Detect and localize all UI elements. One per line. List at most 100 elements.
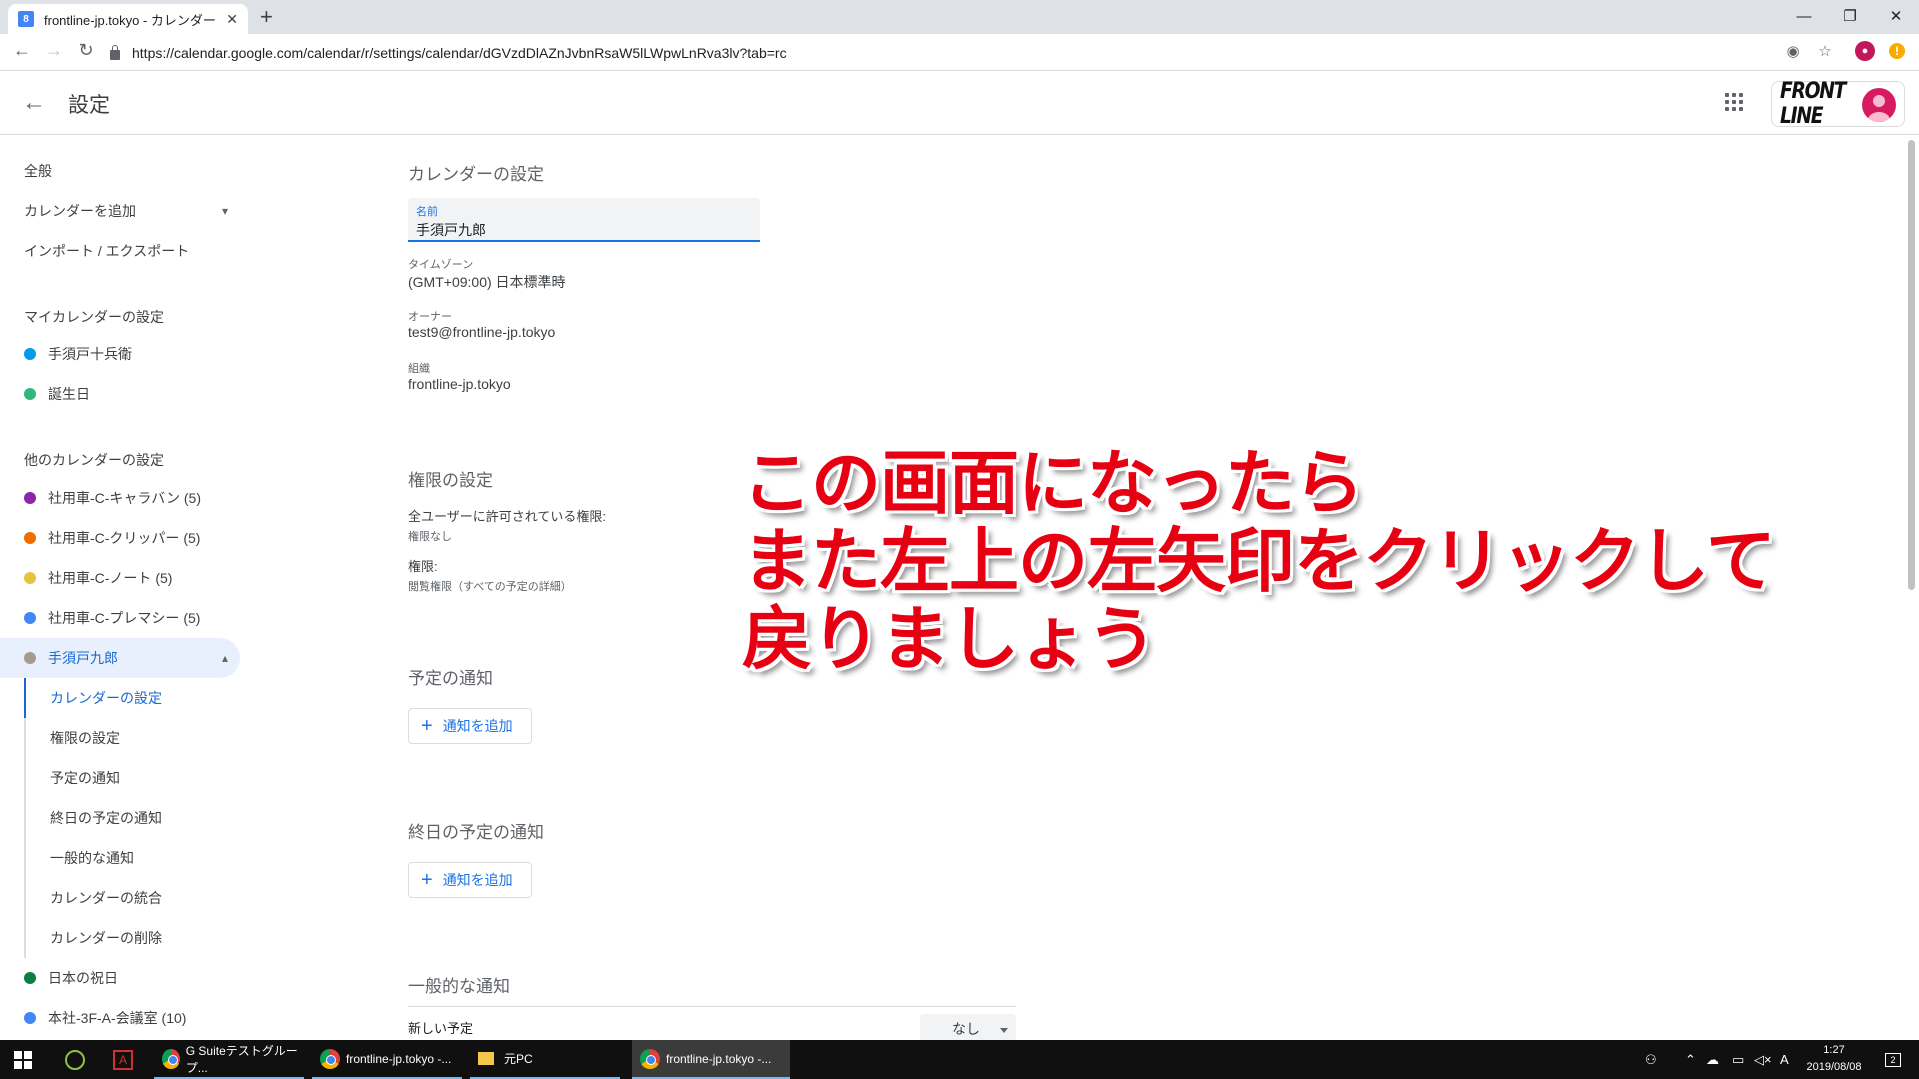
browser-back-icon[interactable]: ←: [10, 40, 34, 61]
chevron-down-icon: ▾: [221, 204, 228, 218]
name-field-label: 名前: [416, 206, 438, 218]
update-warning-icon[interactable]: !: [1889, 43, 1905, 59]
overlay-line-3: 戻りましょう: [742, 598, 1157, 680]
url-text: https://calendar.google.com/calendar/r/s…: [132, 45, 787, 61]
page-scrollbar[interactable]: [1904, 136, 1919, 1040]
sub-item-allday-notifications[interactable]: 終日の予定の通知: [24, 798, 244, 838]
pdf-app-icon[interactable]: A: [108, 1040, 138, 1079]
all-users-permission-value: 権限なし: [408, 531, 452, 543]
section-title-event-notifications: 予定の通知: [408, 669, 493, 688]
timezone-value: (GMT+09:00) 日本標準時: [408, 274, 566, 290]
taskbar-app-explorer[interactable]: 元PC: [470, 1040, 620, 1079]
new-tab-button[interactable]: +: [260, 4, 273, 30]
clock-date: 2019/08/08: [1806, 1061, 1862, 1073]
calendar-color-dot: [24, 348, 36, 360]
add-event-notification-button[interactable]: + 通知を追加: [408, 708, 532, 744]
back-arrow-icon[interactable]: ←: [22, 89, 46, 117]
address-bar[interactable]: https://calendar.google.com/calendar/r/s…: [110, 39, 1810, 67]
windows-start-icon[interactable]: [8, 1040, 38, 1079]
taskbar-app-chrome-active[interactable]: frontline-jp.tokyo -...: [632, 1040, 790, 1079]
sub-item-event-notifications[interactable]: 予定の通知: [24, 758, 244, 798]
scrollbar-thumb[interactable]: [1908, 140, 1915, 590]
calendar-color-dot: [24, 972, 36, 984]
tray-expand-icon[interactable]: ⌃: [1685, 1040, 1696, 1079]
sidebar-calendar-selected[interactable]: 手須戸九郎 ▴: [0, 638, 240, 678]
sidebar-item-label: 本社-3F-A-会議室 (10): [48, 1010, 187, 1026]
sub-item-label: カレンダーの統合: [50, 890, 162, 906]
sub-item-integrate[interactable]: カレンダーの統合: [24, 878, 244, 918]
button-label: 通知を追加: [442, 718, 513, 734]
sidebar-calendar-item[interactable]: 社用車-C-キャラバン (5): [0, 478, 240, 518]
taskbar-app-label: frontline-jp.tokyo -...: [666, 1051, 772, 1066]
chrome-icon: [640, 1048, 660, 1069]
browser-tab[interactable]: 8 frontline-jp.tokyo - カレンダー - 「手 ✕: [8, 4, 248, 34]
ime-indicator[interactable]: A: [1780, 1040, 1789, 1079]
browser-forward-icon[interactable]: →: [42, 40, 66, 61]
section-title-allday-notifications: 終日の予定の通知: [408, 823, 544, 842]
account-avatar[interactable]: [1862, 88, 1896, 122]
taskbar-app-chrome-1[interactable]: G Suiteテストグループ...: [154, 1040, 304, 1079]
section-title-permissions: 権限の設定: [408, 471, 493, 490]
all-users-permission-label: 全ユーザーに許可されている権限:: [408, 509, 606, 524]
my-calendars-heading: マイカレンダーの設定: [24, 309, 164, 325]
sidebar-calendar-item[interactable]: 手須戸十兵衛: [0, 334, 240, 374]
sidebar-calendar-item[interactable]: 誕生日: [0, 374, 240, 414]
profile-avatar-icon[interactable]: ●: [1855, 41, 1875, 61]
sidebar-calendar-item[interactable]: 社用車-C-クリッパー (5): [0, 518, 240, 558]
network-icon[interactable]: ▭: [1732, 1040, 1744, 1079]
calendar-name-field[interactable]: 名前 手須戸九郎: [408, 198, 760, 242]
calendar-color-dot: [24, 532, 36, 544]
sidebar-calendar-item[interactable]: 社用車-C-ノート (5): [0, 558, 240, 598]
account-switcher[interactable]: FRONT LINE: [1771, 79, 1905, 129]
sub-item-label: カレンダーの設定: [50, 690, 162, 706]
taskbar-app-chrome-2[interactable]: frontline-jp.tokyo -...: [312, 1040, 462, 1079]
owner-value: test9@frontline-jp.tokyo: [408, 324, 556, 340]
sub-item-label: 予定の通知: [50, 770, 120, 786]
sub-item-label: 一般的な通知: [50, 850, 134, 866]
sidebar-item-add-calendar[interactable]: カレンダーを追加 ▾: [0, 191, 240, 231]
reload-icon[interactable]: ↻: [74, 40, 98, 61]
sub-item-permissions[interactable]: 権限の設定: [24, 718, 244, 758]
settings-sidebar: 全般 カレンダーを追加 ▾ インポート / エクスポート マイカレンダーの設定 手…: [0, 136, 250, 1040]
section-divider: [408, 1006, 1016, 1007]
sidebar-item-label: 誕生日: [48, 386, 90, 402]
plus-icon: +: [421, 869, 433, 891]
permission-value: 閲覧権限（すべての予定の詳細）: [408, 581, 572, 593]
people-icon[interactable]: ⚇: [1645, 1040, 1657, 1079]
sidebar-item-label: 社用車-C-クリッパー (5): [48, 530, 201, 546]
notification-center-icon[interactable]: 2: [1881, 1040, 1905, 1079]
sidebar-item-label: 社用車-C-ノート (5): [48, 570, 173, 586]
sidebar-calendar-item[interactable]: 日本の祝日: [0, 958, 240, 998]
lock-icon: [110, 45, 120, 60]
calendar-color-dot: [24, 1012, 36, 1024]
sidebar-item-label: 全般: [24, 163, 52, 179]
calendar-favicon-icon: 8: [18, 11, 34, 27]
close-window-button[interactable]: ✕: [1873, 0, 1919, 32]
bookmark-star-icon[interactable]: ☆: [1815, 41, 1835, 61]
sidebar-item-label: 日本の祝日: [48, 970, 118, 986]
apps-grid-icon[interactable]: [1725, 93, 1743, 111]
add-allday-notification-button[interactable]: + 通知を追加: [408, 862, 532, 898]
eye-extension-icon[interactable]: ◉: [1783, 41, 1803, 61]
sub-item-calendar-settings[interactable]: カレンダーの設定: [24, 678, 244, 718]
instruction-overlay: この画面になったら また左上の左矢印をクリックして 戻りましょう: [742, 442, 1776, 680]
sidebar-item-general[interactable]: 全般: [0, 151, 240, 191]
sub-item-general-notifications[interactable]: 一般的な通知: [24, 838, 244, 878]
sidebar-item-label: 手須戸十兵衛: [48, 346, 132, 362]
sidebar-item-import-export[interactable]: インポート / エクスポート: [0, 231, 240, 271]
timezone-label: タイムゾーン: [408, 259, 474, 271]
minimize-button[interactable]: —: [1781, 0, 1827, 32]
new-event-label: 新しい予定: [408, 1021, 474, 1036]
green-app-icon[interactable]: [60, 1040, 90, 1079]
sub-item-delete[interactable]: カレンダーの削除: [24, 918, 244, 958]
tab-close-icon[interactable]: ✕: [226, 11, 238, 28]
onedrive-icon[interactable]: ☁: [1706, 1040, 1719, 1079]
volume-muted-icon[interactable]: ◁×: [1754, 1040, 1772, 1079]
overlay-line-1: この画面になったら: [742, 442, 1364, 524]
browser-toolbar: ← → ↻ https://calendar.google.com/calend…: [0, 34, 1919, 71]
sidebar-calendar-item[interactable]: 社用車-C-プレマシー (5): [0, 598, 240, 638]
system-clock[interactable]: 1:27 2019/08/08: [1794, 1042, 1874, 1076]
sidebar-calendar-item[interactable]: 本社-3F-A-会議室 (10): [0, 998, 240, 1038]
section-title-calendar-settings: カレンダーの設定: [408, 165, 544, 184]
restore-button[interactable]: ❐: [1827, 0, 1873, 32]
